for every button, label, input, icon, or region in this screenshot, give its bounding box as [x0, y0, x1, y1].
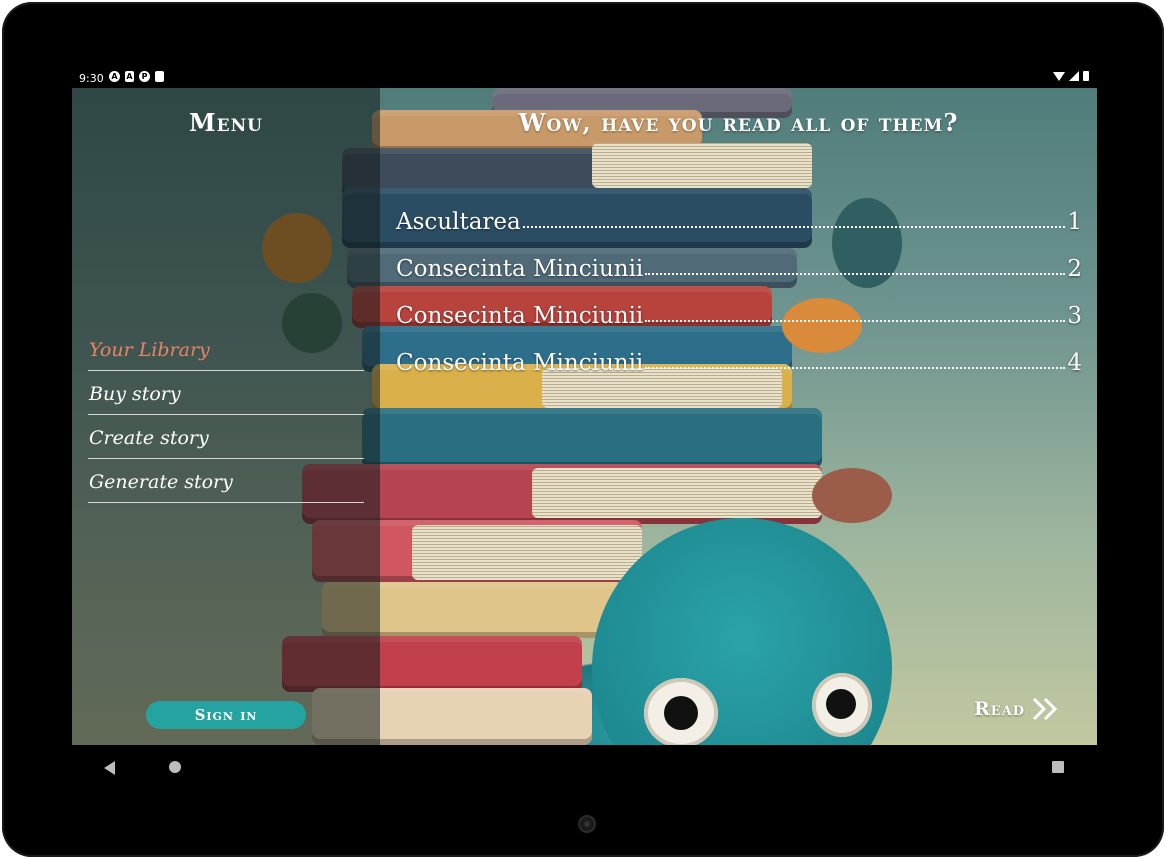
wifi-icon — [1053, 71, 1065, 81]
app-screen: Menu Your Library Buy story Create story… — [72, 88, 1097, 745]
sign-in-button[interactable]: Sign in — [146, 701, 306, 729]
home-icon[interactable] — [169, 761, 181, 773]
menu-item-your-library[interactable]: Your Library — [88, 328, 364, 371]
story-title: Consecinta Minciunii — [396, 303, 644, 329]
story-row[interactable]: Consecinta Minciunii 3 — [396, 282, 1082, 329]
dot-leader — [522, 226, 1066, 228]
page-title: Wow, have you read all of them? — [518, 108, 959, 137]
story-number: 4 — [1067, 350, 1082, 376]
status-time: 9:30 — [79, 72, 104, 85]
read-label: Read — [974, 698, 1026, 720]
notification-icons: A A P — [109, 71, 164, 82]
story-number: 1 — [1067, 209, 1082, 235]
notification-icon: P — [139, 71, 150, 82]
story-number: 2 — [1067, 256, 1082, 282]
story-row[interactable]: Consecinta Minciunii 2 — [396, 235, 1082, 282]
system-icons — [1053, 71, 1089, 81]
double-chevron-right-icon — [1033, 697, 1058, 721]
menu-item-buy-story[interactable]: Buy story — [88, 372, 364, 415]
notification-icon: A — [109, 71, 120, 82]
status-bar: 9:30 A A P — [72, 68, 1097, 88]
sd-card-icon — [155, 71, 164, 82]
story-row[interactable]: Consecinta Minciunii 4 — [396, 329, 1082, 376]
battery-icon — [1083, 71, 1089, 81]
menu-list: Your Library Buy story Create story Gene… — [88, 328, 364, 504]
story-number: 3 — [1067, 303, 1082, 329]
notification-icon: A — [125, 71, 134, 82]
menu-panel: Menu Your Library Buy story Create story… — [72, 88, 380, 745]
read-button[interactable]: Read — [974, 694, 1059, 724]
navigation-bar — [72, 745, 1097, 790]
recents-icon[interactable] — [1052, 761, 1064, 773]
dot-leader — [645, 273, 1066, 275]
story-row[interactable]: Ascultarea 1 — [396, 188, 1082, 235]
signal-icon — [1069, 71, 1079, 81]
camera-icon — [578, 815, 596, 833]
menu-item-create-story[interactable]: Create story — [88, 416, 364, 459]
dot-leader — [645, 320, 1066, 322]
story-title: Consecinta Minciunii — [396, 256, 644, 282]
menu-title: Menu — [189, 108, 263, 137]
dot-leader — [645, 367, 1066, 369]
story-list: Ascultarea 1 Consecinta Minciunii 2 Cons… — [396, 188, 1082, 376]
menu-item-generate-story[interactable]: Generate story — [88, 460, 364, 503]
back-icon[interactable] — [104, 761, 115, 775]
story-title: Consecinta Minciunii — [396, 350, 644, 376]
story-title: Ascultarea — [396, 209, 521, 235]
